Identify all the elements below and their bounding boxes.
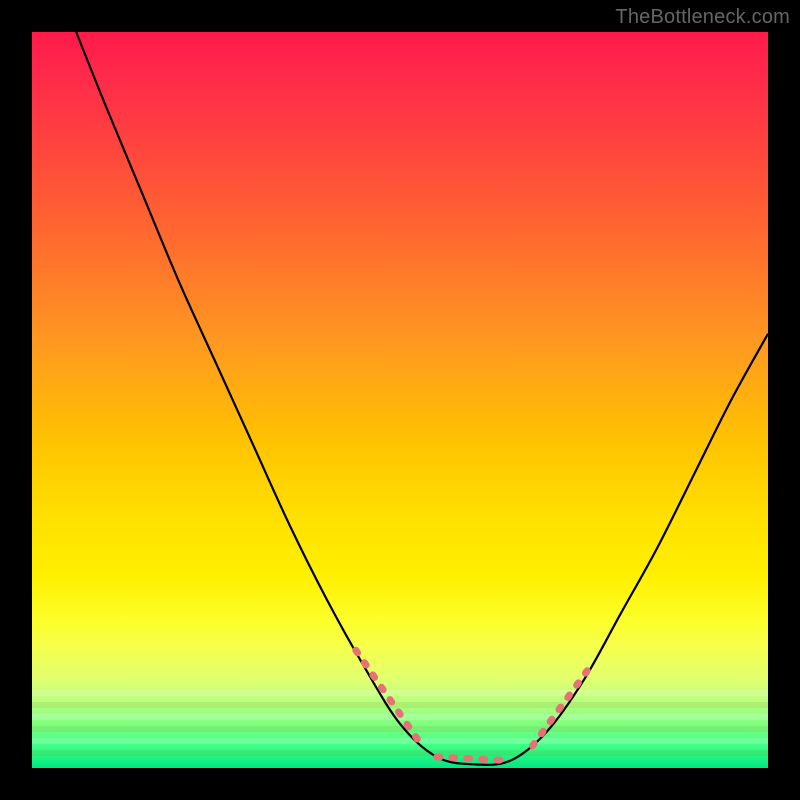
curve-path xyxy=(76,32,768,765)
bottleneck-curve xyxy=(76,32,768,765)
plot-area xyxy=(32,32,768,768)
highlight-segment xyxy=(532,665,591,746)
curve-layer xyxy=(32,32,768,768)
chart-frame: TheBottleneck.com xyxy=(0,0,800,800)
highlight-group xyxy=(356,650,592,760)
highlight-segment xyxy=(437,757,511,761)
watermark-text: TheBottleneck.com xyxy=(615,6,790,29)
highlight-segment xyxy=(356,650,422,746)
